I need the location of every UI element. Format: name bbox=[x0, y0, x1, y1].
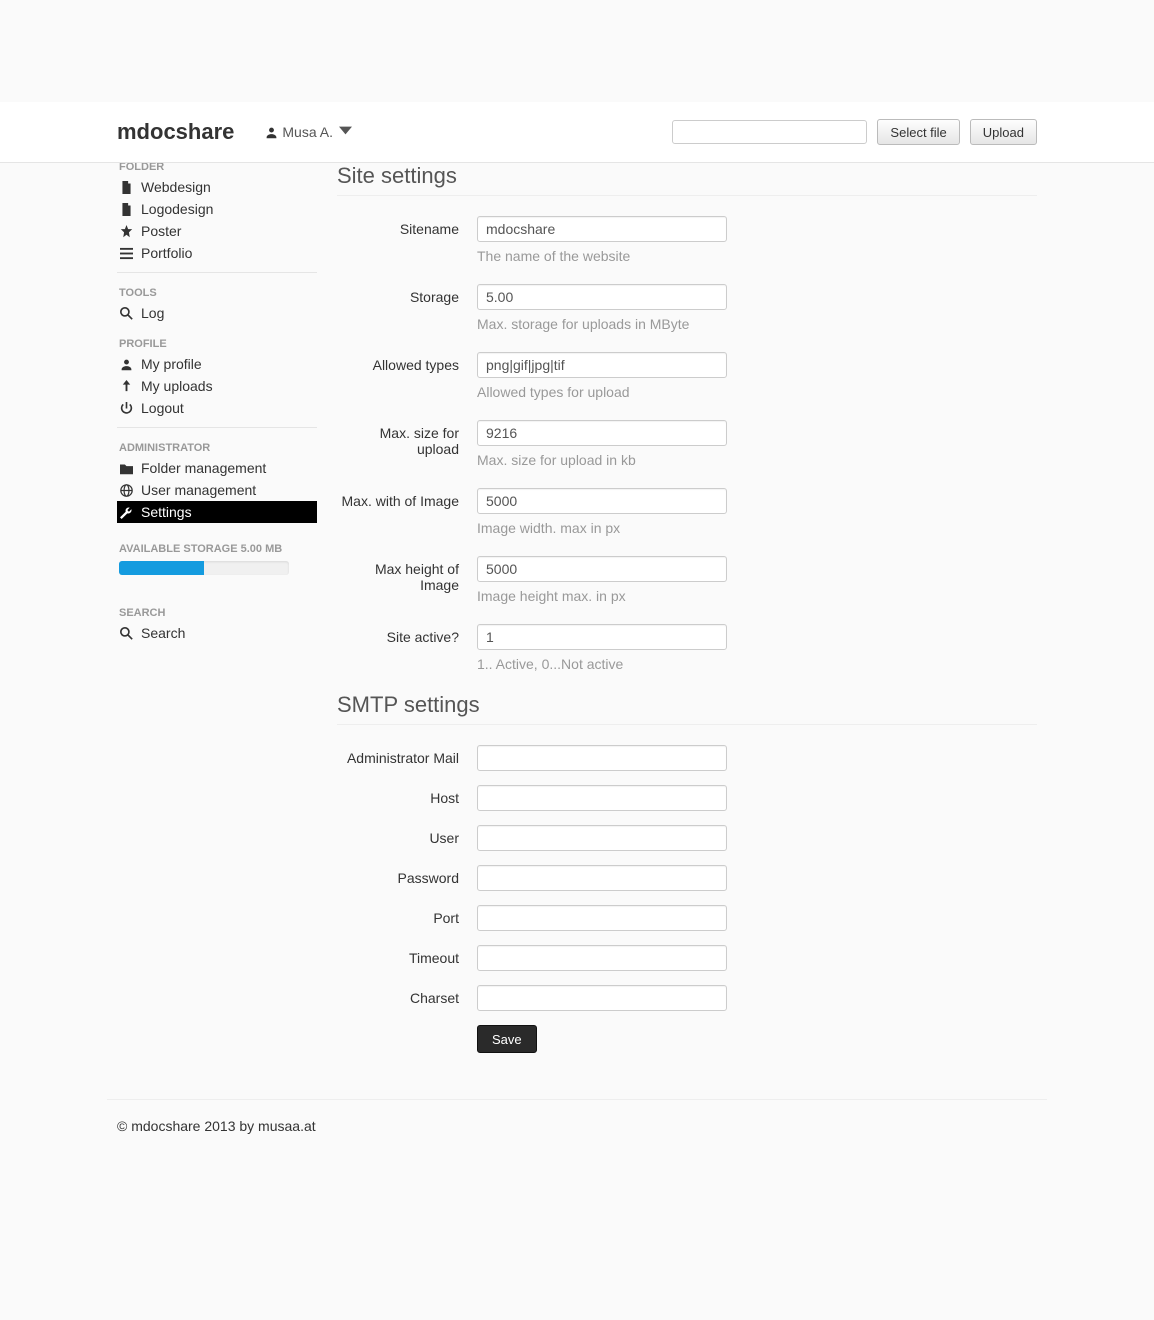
charset-label: Charset bbox=[337, 985, 477, 1006]
timeout-label: Timeout bbox=[337, 945, 477, 966]
max-height-input[interactable] bbox=[477, 556, 727, 582]
profile-header: PROFILE bbox=[117, 332, 317, 353]
sidebar-label: My uploads bbox=[141, 378, 213, 394]
divider bbox=[117, 272, 317, 273]
allowed-types-input[interactable] bbox=[477, 352, 727, 378]
storage-label: AVAILABLE STORAGE 5.00 MB bbox=[117, 537, 317, 561]
timeout-input[interactable] bbox=[477, 945, 727, 971]
user-name: Musa A. bbox=[282, 124, 333, 140]
topbar: mdocshare Musa A. Select file Upload bbox=[0, 102, 1154, 163]
brand[interactable]: mdocshare bbox=[117, 119, 234, 145]
power-icon bbox=[119, 402, 133, 415]
select-file-button[interactable]: Select file bbox=[877, 119, 959, 145]
star-icon bbox=[119, 225, 133, 238]
sidebar-label: Poster bbox=[141, 223, 181, 239]
wrench-icon bbox=[119, 506, 133, 519]
sidebar-item-settings[interactable]: Settings bbox=[117, 501, 317, 523]
sidebar-item-myprofile[interactable]: My profile bbox=[117, 353, 317, 375]
main-content: Site settings Sitename The name of the w… bbox=[317, 163, 1037, 1059]
site-active-input[interactable] bbox=[477, 624, 727, 650]
sidebar-label: Webdesign bbox=[141, 179, 211, 195]
sidebar-item-search[interactable]: Search bbox=[117, 622, 317, 644]
storage-input[interactable] bbox=[477, 284, 727, 310]
upload-icon bbox=[119, 380, 133, 393]
caret-down-icon bbox=[339, 124, 352, 140]
max-height-label: Max height of Image bbox=[337, 556, 477, 593]
sidebar-item-myuploads[interactable]: My uploads bbox=[117, 375, 317, 397]
max-size-label: Max. size for upload bbox=[337, 420, 477, 457]
storage-help: Max. storage for uploads in MByte bbox=[477, 316, 727, 332]
port-label: Port bbox=[337, 905, 477, 926]
max-size-input[interactable] bbox=[477, 420, 727, 446]
file-path-input[interactable] bbox=[672, 120, 867, 144]
admin-mail-label: Administrator Mail bbox=[337, 745, 477, 766]
sidebar-item-logout[interactable]: Logout bbox=[117, 397, 317, 419]
sidebar-item-log[interactable]: Log bbox=[117, 302, 317, 324]
sitename-input[interactable] bbox=[477, 216, 727, 242]
max-size-help: Max. size for upload in kb bbox=[477, 452, 727, 468]
storage-progress-bar bbox=[119, 561, 204, 575]
file-icon bbox=[119, 203, 133, 216]
host-input[interactable] bbox=[477, 785, 727, 811]
sitename-help: The name of the website bbox=[477, 248, 727, 264]
list-icon bbox=[119, 247, 133, 260]
divider bbox=[117, 427, 317, 428]
smtp-settings-header: SMTP settings bbox=[337, 692, 1037, 725]
user-menu[interactable]: Musa A. bbox=[264, 124, 352, 140]
allowed-types-help: Allowed types for upload bbox=[477, 384, 727, 400]
password-label: Password bbox=[337, 865, 477, 886]
sidebar-label: User management bbox=[141, 482, 256, 498]
sidebar-item-portfolio[interactable]: Portfolio bbox=[117, 242, 317, 264]
site-active-label: Site active? bbox=[337, 624, 477, 645]
sidebar-label: Log bbox=[141, 305, 164, 321]
sidebar-label: Portfolio bbox=[141, 245, 192, 261]
sidebar-label: My profile bbox=[141, 356, 202, 372]
site-settings-header: Site settings bbox=[337, 163, 1037, 196]
admin-header: ADMINISTRATOR bbox=[117, 436, 317, 457]
file-icon bbox=[119, 181, 133, 194]
smtp-user-input[interactable] bbox=[477, 825, 727, 851]
sitename-label: Sitename bbox=[337, 216, 477, 237]
sidebar-label: Logout bbox=[141, 400, 184, 416]
storage-progress bbox=[119, 561, 289, 575]
sidebar: FOLDER Webdesign Logodesign Poster Portf… bbox=[117, 163, 317, 1059]
site-active-help: 1.. Active, 0...Not active bbox=[477, 656, 727, 672]
storage-label: Storage bbox=[337, 284, 477, 305]
sidebar-item-webdesign[interactable]: Webdesign bbox=[117, 176, 317, 198]
sidebar-item-folder-management[interactable]: Folder management bbox=[117, 457, 317, 479]
sidebar-item-poster[interactable]: Poster bbox=[117, 220, 317, 242]
folder-header: FOLDER bbox=[117, 161, 317, 176]
max-width-label: Max. with of Image bbox=[337, 488, 477, 509]
allowed-types-label: Allowed types bbox=[337, 352, 477, 373]
admin-mail-input[interactable] bbox=[477, 745, 727, 771]
sidebar-label: Folder management bbox=[141, 460, 266, 476]
max-width-help: Image width. max in px bbox=[477, 520, 727, 536]
save-button[interactable]: Save bbox=[477, 1025, 537, 1053]
max-width-input[interactable] bbox=[477, 488, 727, 514]
upload-button[interactable]: Upload bbox=[970, 119, 1037, 145]
user-icon bbox=[119, 358, 133, 371]
folder-icon bbox=[119, 462, 133, 475]
sidebar-label: Search bbox=[141, 625, 185, 641]
smtp-user-label: User bbox=[337, 825, 477, 846]
footer: © mdocshare 2013 by musaa.at bbox=[107, 1099, 1047, 1134]
search-header: SEARCH bbox=[117, 601, 317, 622]
charset-input[interactable] bbox=[477, 985, 727, 1011]
globe-icon bbox=[119, 484, 133, 497]
search-icon bbox=[119, 307, 133, 320]
sidebar-item-user-management[interactable]: User management bbox=[117, 479, 317, 501]
port-input[interactable] bbox=[477, 905, 727, 931]
password-input[interactable] bbox=[477, 865, 727, 891]
sidebar-label: Settings bbox=[141, 504, 192, 520]
user-icon bbox=[264, 126, 278, 139]
sidebar-item-logodesign[interactable]: Logodesign bbox=[117, 198, 317, 220]
tools-header: TOOLS bbox=[117, 281, 317, 302]
host-label: Host bbox=[337, 785, 477, 806]
search-icon bbox=[119, 627, 133, 640]
max-height-help: Image height max. in px bbox=[477, 588, 727, 604]
sidebar-label: Logodesign bbox=[141, 201, 213, 217]
